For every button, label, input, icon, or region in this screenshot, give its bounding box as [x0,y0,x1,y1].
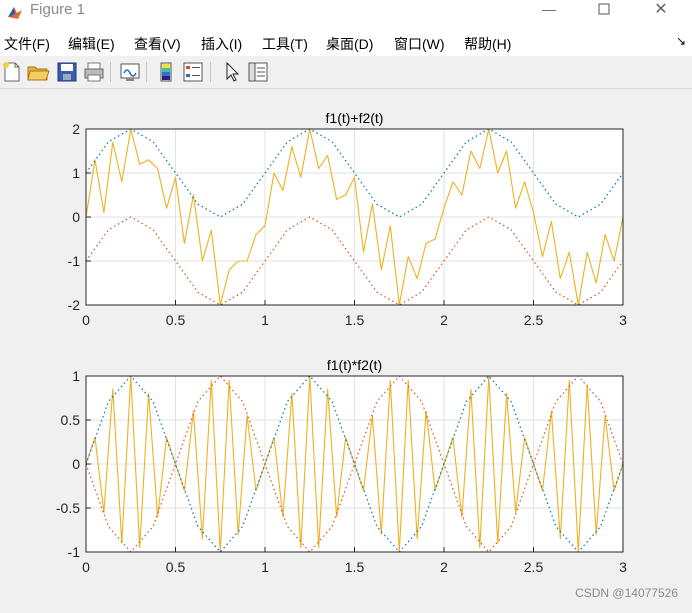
toolbar-separator [210,62,211,82]
link-plot-icon[interactable] [118,60,142,84]
plots-svg[interactable]: 0 0.5 1 1.5 2 2.5 3210-1-2f1(t)+f2(t)0 0.5 1 1.5 2… [0,89,692,608]
y-tick-label: -2 [68,297,81,313]
x-tick-label: 1.5 [345,559,365,575]
x-tick-label: 1.5 [345,312,365,328]
x-tick-label: 2.5 [524,312,544,328]
x-tick-label: 1 [261,559,269,575]
menu-edit[interactable]: 编辑(E) [68,34,115,54]
x-tick-label: 0 [82,312,90,328]
matlab-logo-icon [8,7,22,19]
open-file-icon[interactable] [26,60,50,84]
menu-insert[interactable]: 插入(I) [201,34,242,54]
x-tick-label: 0.5 [166,312,186,328]
toolbar [0,56,692,89]
y-tick-label: 0.5 [61,412,81,428]
minimize-button[interactable]: — [526,0,572,30]
y-tick-label: -1 [68,544,81,560]
menu-help[interactable]: 帮助(H) [464,34,511,54]
legend-icon[interactable] [181,60,205,84]
menu-view[interactable]: 查看(V) [134,34,181,54]
chart-title: f1(t)*f2(t) [327,357,382,373]
menu-file[interactable]: 文件(F) [4,34,50,54]
menu-window[interactable]: 窗口(W) [394,34,445,54]
y-tick-label: 2 [72,121,80,137]
x-tick-label: 2 [440,312,448,328]
figure-canvas: 0 0.5 1 1.5 2 2.5 3 2 1 0 -1 -2 f1(t)+f2(t) 0 0.5 1 1.5 2… [0,89,692,608]
y-tick-label: 0 [72,209,80,225]
y-tick-label: 1 [72,368,80,384]
maximize-icon [598,3,610,15]
x-tick-label: 2.5 [524,559,544,575]
minimize-icon: — [542,1,556,17]
maximize-button[interactable] [581,0,627,30]
y-tick-label: -0.5 [56,500,80,516]
toolbar-separator [146,62,147,82]
close-icon: ✕ [654,1,668,18]
y-tick-label: 0 [72,456,80,472]
save-icon[interactable] [55,60,79,84]
x-tick-label: 0.5 [166,559,186,575]
print-icon[interactable] [82,60,106,84]
close-button[interactable]: ✕ [638,0,684,30]
pointer-icon[interactable] [219,60,243,84]
menu-desktop[interactable]: 桌面(D) [326,34,373,54]
y-tick-label: -1 [68,253,81,269]
chart-title: f1(t)+f2(t) [326,110,384,126]
x-tick-label: 3 [619,559,627,575]
menu-bar: 文件(F) 编辑(E) 查看(V) 插入(I) 工具(T) 桌面(D) 窗口(W… [0,30,692,56]
property-inspector-icon[interactable] [246,60,270,84]
colorbar-icon[interactable] [154,60,178,84]
new-figure-icon[interactable] [0,60,24,84]
dock-arrow-icon[interactable]: ↘ [676,34,686,48]
menu-tools[interactable]: 工具(T) [262,34,308,54]
x-tick-label: 0 [82,559,90,575]
title-bar: Figure 1 — ✕ [0,0,692,30]
x-tick-label: 1 [261,312,269,328]
x-tick-label: 2 [440,559,448,575]
x-tick-label: 3 [619,312,627,328]
watermark: CSDN @14077526 [575,586,678,600]
y-tick-label: 1 [72,165,80,181]
window-title: Figure 1 [30,1,86,18]
toolbar-separator [110,62,111,82]
